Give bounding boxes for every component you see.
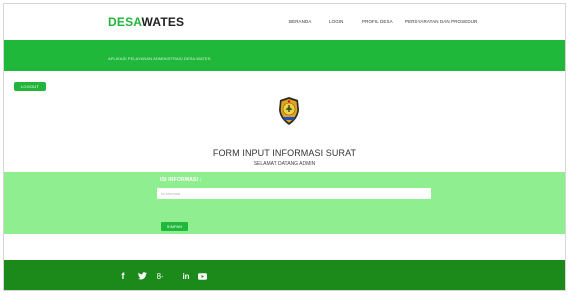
nav-beranda[interactable]: BERANDA [289, 19, 311, 24]
top-navbar: DESAWATES BERANDA LOGIN PROFIL DESA PERS… [4, 4, 565, 40]
nav-profil-desa[interactable]: PROFIL DESA [362, 19, 393, 24]
brand-part-wates: WATES [141, 15, 185, 29]
app-window: DESAWATES BERANDA LOGIN PROFIL DESA PERS… [3, 3, 566, 291]
banner-subtitle: APLIKASI PELAYANAN ADMINISTRASI DESA WAT… [108, 56, 211, 61]
simpan-button[interactable]: SIMPAN [161, 222, 188, 231]
nav-login[interactable]: LOGIN [329, 19, 344, 24]
info-input[interactable] [157, 188, 431, 199]
village-crest-icon [279, 97, 299, 125]
youtube-icon[interactable] [195, 270, 209, 282]
header-banner: APLIKASI PELAYANAN ADMINISTRASI DESA WAT… [4, 40, 565, 71]
info-form: ISI INFORMASI : SIMPAN [4, 172, 565, 234]
google-plus-icon[interactable]: 8 + [154, 270, 166, 282]
nav-persyaratan-prosedur[interactable]: PERSYARATAN DAN PROSEDUR [405, 19, 477, 24]
info-field-label: ISI INFORMASI : [160, 177, 202, 183]
welcome-text: SELAMAT DATANG ADMIN [253, 161, 316, 167]
footer: f 8 + in [4, 260, 565, 290]
twitter-icon[interactable] [136, 270, 148, 282]
page-title: FORM INPUT INFORMASI SURAT [212, 148, 357, 158]
facebook-icon[interactable]: f [119, 270, 127, 282]
site-logo[interactable]: DESAWATES [108, 15, 184, 29]
linkedin-icon[interactable]: in [180, 270, 192, 282]
logout-button[interactable]: LOGOUT [14, 82, 46, 91]
brand-part-desa: DESA [108, 15, 142, 29]
